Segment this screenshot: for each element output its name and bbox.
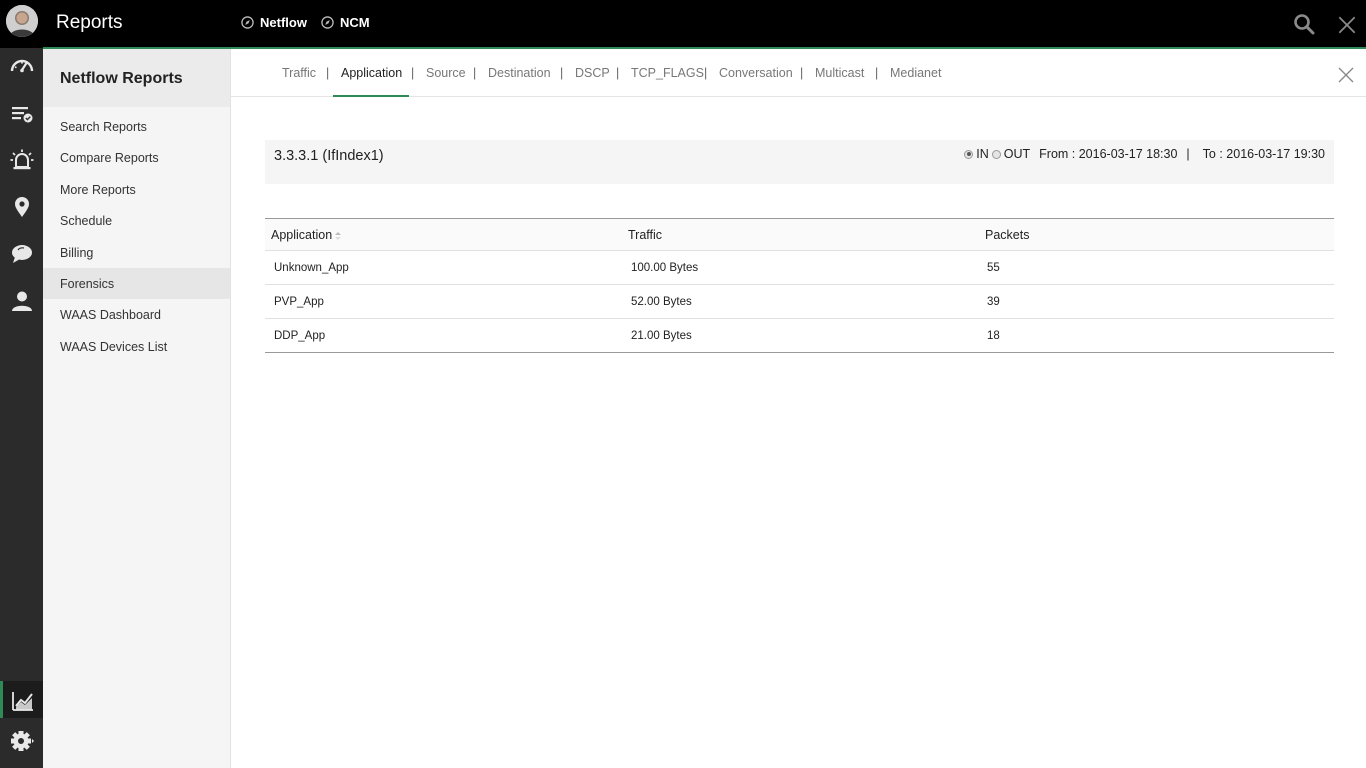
module-ncm-label: NCM	[340, 15, 370, 30]
settings-icon	[10, 731, 34, 751]
tab-medianet[interactable]: Medianet	[890, 66, 941, 80]
report-tabs: Traffic | Application | Source | Destina…	[231, 49, 1366, 97]
from-time: From : 2016-03-17 18:30	[1039, 147, 1178, 161]
col-application-label: Application	[271, 228, 333, 242]
tab-separator: |	[616, 66, 620, 80]
tab-separator: |	[326, 66, 330, 80]
tab-separator: |	[800, 66, 804, 80]
cell-traffic: 52.00 Bytes	[631, 296, 692, 308]
inventory-icon	[11, 107, 32, 123]
rail-chat[interactable]	[0, 236, 43, 272]
tab-separator: |	[875, 66, 879, 80]
sidebar-item-compare-reports[interactable]: Compare Reports	[43, 142, 230, 173]
cell-traffic: 100.00 Bytes	[631, 262, 699, 274]
rail-dashboard[interactable]	[0, 48, 43, 84]
sidebar-item-schedule[interactable]: Schedule	[43, 205, 230, 236]
cell-application: DDP_App	[274, 330, 326, 342]
map-icon	[14, 197, 29, 217]
user-icon	[11, 291, 32, 311]
compass-icon	[321, 16, 334, 29]
app-title: Reports	[56, 12, 123, 33]
table-header: Application Traffic Packets	[265, 218, 1334, 251]
table-row[interactable]: Unknown_App 100.00 Bytes 55	[265, 251, 1334, 285]
sidebar-item-billing[interactable]: Billing	[43, 237, 230, 268]
module-netflow[interactable]: Netflow	[241, 15, 307, 30]
sidebar-item-waas-devices-list[interactable]: WAAS Devices List	[43, 331, 230, 362]
chat-icon	[11, 245, 32, 263]
top-bar: Reports Netflow NCM	[0, 0, 1366, 48]
report-header: 3.3.3.1 (IfIndex1) IN OUT From : 2016-03…	[265, 140, 1334, 184]
tab-separator: |	[411, 66, 415, 80]
tab-tcp-flags[interactable]: TCP_FLAGS	[631, 66, 704, 80]
tab-separator: |	[704, 66, 708, 80]
tab-source[interactable]: Source	[426, 66, 466, 80]
time-separator: |	[1186, 147, 1190, 161]
report-title: 3.3.3.1 (IfIndex1)	[274, 148, 384, 164]
cell-packets: 55	[987, 262, 1000, 274]
sidebar-title: Netflow Reports	[43, 49, 230, 107]
active-tab-indicator	[333, 95, 409, 97]
close-panel-icon[interactable]	[1338, 67, 1354, 83]
cell-packets: 39	[987, 296, 1000, 308]
sidebar-item-forensics[interactable]: Forensics	[43, 267, 230, 300]
application-table: Application Traffic Packets Unknown_App …	[265, 218, 1334, 353]
avatar[interactable]	[6, 5, 38, 37]
direction-out-radio[interactable]	[991, 149, 1001, 159]
col-application[interactable]: Application	[271, 228, 342, 242]
tab-traffic[interactable]: Traffic	[282, 66, 316, 80]
sidebar-item-waas-dashboard[interactable]: WAAS Dashboard	[43, 299, 230, 330]
reports-sidebar: Netflow Reports Search Reports Compare R…	[43, 49, 231, 768]
reports-icon	[12, 691, 33, 711]
report-filters: IN OUT From : 2016-03-17 18:30 | To : 20…	[964, 147, 1325, 161]
sort-icon	[335, 232, 342, 240]
sidebar-item-search-reports[interactable]: Search Reports	[43, 111, 230, 142]
tab-destination[interactable]: Destination	[488, 66, 551, 80]
tab-dscp[interactable]: DSCP	[575, 66, 610, 80]
dashboard-icon	[10, 59, 33, 73]
left-rail	[0, 48, 43, 768]
rail-settings[interactable]	[0, 724, 43, 760]
table-row[interactable]: PVP_App 52.00 Bytes 39	[265, 285, 1334, 319]
close-icon[interactable]	[1336, 14, 1358, 36]
tab-separator: |	[473, 66, 477, 80]
cell-application: Unknown_App	[274, 262, 349, 274]
search-icon[interactable]	[1293, 13, 1315, 35]
to-time: To : 2016-03-17 19:30	[1202, 147, 1325, 161]
module-netflow-label: Netflow	[260, 15, 307, 30]
sidebar-item-more-reports[interactable]: More Reports	[43, 174, 230, 205]
cell-traffic: 21.00 Bytes	[631, 330, 692, 342]
cell-application: PVP_App	[274, 296, 324, 308]
direction-in-label: IN	[976, 147, 989, 161]
rail-user[interactable]	[0, 283, 43, 319]
tab-conversation[interactable]: Conversation	[719, 66, 793, 80]
compass-icon	[241, 16, 254, 29]
tab-multicast[interactable]: Multicast	[815, 66, 864, 80]
tab-application[interactable]: Application	[341, 66, 402, 80]
table-row[interactable]: DDP_App 21.00 Bytes 18	[265, 319, 1334, 353]
rail-alarms[interactable]	[0, 142, 43, 178]
col-traffic[interactable]: Traffic	[628, 228, 662, 242]
alarm-icon	[10, 149, 33, 170]
rail-maps[interactable]	[0, 189, 43, 225]
direction-out-label: OUT	[1003, 147, 1031, 161]
col-packets[interactable]: Packets	[985, 228, 1029, 242]
module-ncm[interactable]: NCM	[321, 15, 370, 30]
rail-inventory[interactable]	[0, 96, 43, 132]
tab-separator: |	[560, 66, 564, 80]
rail-reports[interactable]	[0, 681, 43, 718]
direction-in-radio[interactable]	[964, 149, 974, 159]
cell-packets: 18	[987, 330, 1000, 342]
